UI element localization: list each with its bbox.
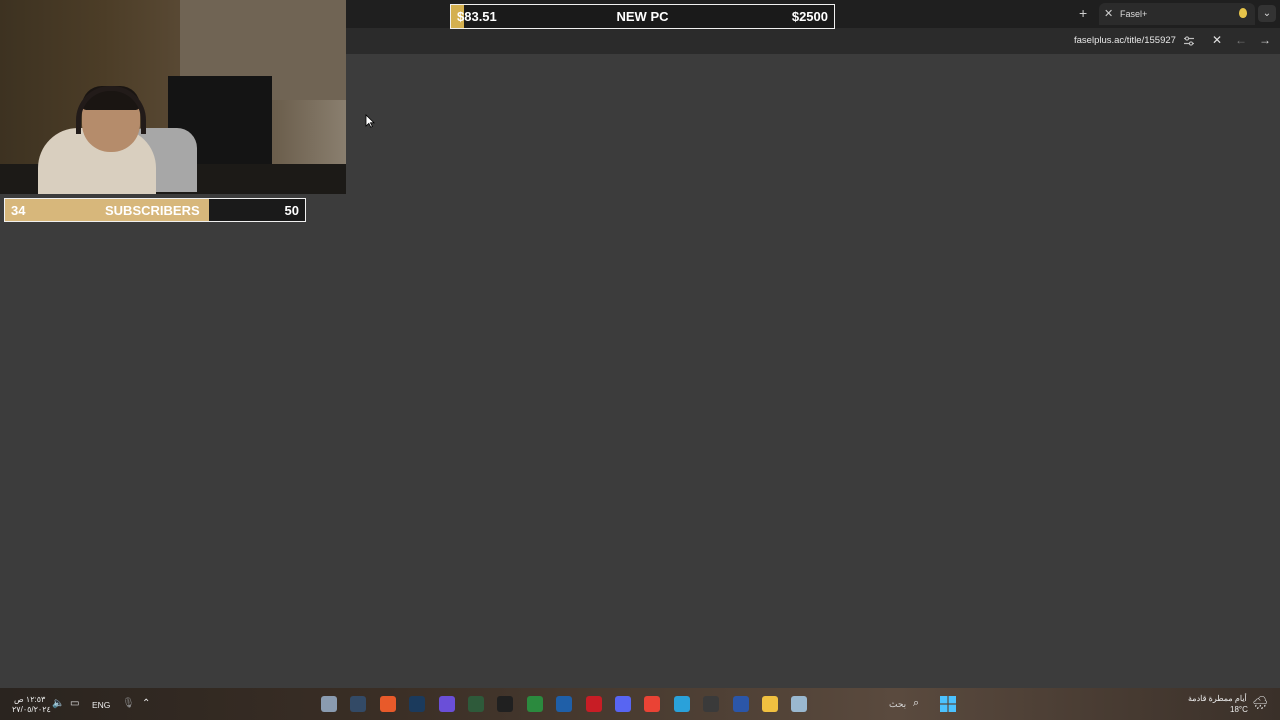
xbox-icon[interactable] [527,696,543,712]
tab-favicon-icon [1239,8,1247,18]
file-explorer-icon[interactable] [762,696,778,712]
tab-title: Fasel+ [1120,9,1148,19]
language-indicator[interactable]: ENG [92,700,110,710]
telegram-icon[interactable] [674,696,690,712]
discord-icon[interactable] [615,696,631,712]
new-tab-button[interactable]: + [1079,5,1087,21]
sub-goal-target: 50 [284,203,299,218]
webcam-overlay [0,0,346,194]
microphone-icon[interactable]: 🎙 [122,698,135,709]
netflix-icon[interactable] [586,696,602,712]
pc-goal-label: NEW PC [616,9,669,24]
screen: + ✕ Fasel+ ⌄ faselplus.ac/title/155927 ✕… [0,0,1280,720]
pc-donation-goal-bar: $83.51 NEW PC $2500 [450,4,835,29]
chevron-up-icon[interactable]: ⌃ [142,698,150,709]
volume-icon[interactable]: 🔈 [52,698,64,709]
tab-search-menu-button[interactable]: ⌄ [1258,5,1276,22]
pc-goal-target: $2500 [791,9,828,24]
search-icon[interactable]: ⌕ [913,697,919,710]
media-app-icon[interactable] [733,696,749,712]
browser-toolbar: faselplus.ac/title/155927 ✕ ← → [346,28,1280,54]
settings-icon[interactable] [321,696,337,712]
back-arrow-icon[interactable]: ← [1235,33,1247,47]
site-settings-icon[interactable] [1183,35,1195,47]
subscriber-goal-bar: 34 SUBSCRIBERS 50 [4,198,306,222]
windows-start-icon[interactable] [940,696,956,712]
network-icon[interactable]: ▭ [70,698,79,709]
weather-temperature[interactable]: 18°C [1230,705,1248,714]
taskbar: ١٢:٥٣ ص ٢٧/٠٥/٢٠٢٤ 🔈 ▭ ENG 🎙 ⌃ بحث ⌕ أيا… [0,688,1280,720]
tab-fasel[interactable]: ✕ Fasel+ [1099,3,1255,25]
clock-date[interactable]: ٢٧/٠٥/٢٠٢٤ [12,705,51,714]
cloud-app-icon[interactable] [791,696,807,712]
clock-time[interactable]: ١٢:٥٣ ص [14,695,45,704]
game-launcher-icon[interactable] [380,696,396,712]
sketchbook-icon[interactable] [350,696,366,712]
mouse-cursor-icon [365,114,375,128]
chrome-icon[interactable] [644,696,660,712]
logitech-icon[interactable] [497,696,513,712]
address-bar[interactable]: faselplus.ac/title/155927 [1074,35,1176,46]
sub-goal-current: 34 [11,203,26,218]
controller-app-icon[interactable] [439,696,455,712]
weather-description[interactable]: أيام ممطرة قادمة [1188,694,1247,703]
sub-goal-label: SUBSCRIBERS [105,203,200,218]
search-label[interactable]: بحث [889,699,906,710]
steam-icon[interactable] [409,696,425,712]
terminal-app-icon[interactable] [468,696,484,712]
store-icon[interactable] [703,696,719,712]
weather-rain-icon[interactable]: 🌧 [1252,695,1269,711]
tab-close-icon[interactable]: ✕ [1104,7,1113,20]
stop-loading-icon[interactable]: ✕ [1212,33,1222,47]
photos-app-icon[interactable] [556,696,572,712]
forward-arrow-icon[interactable]: → [1259,33,1271,47]
